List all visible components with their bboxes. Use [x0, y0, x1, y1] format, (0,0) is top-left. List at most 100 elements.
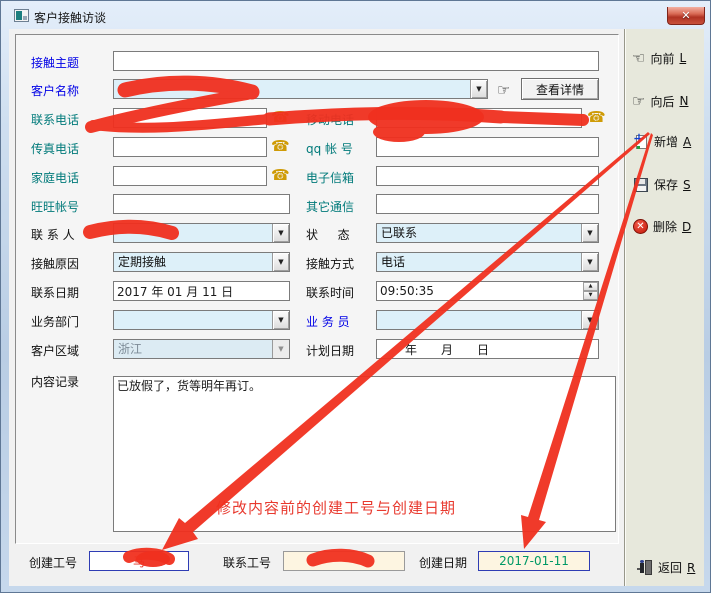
save-hotkey: S	[683, 178, 691, 192]
toolbar-sidebar	[624, 29, 704, 586]
delete-button[interactable]: ✕ 删除 D	[633, 218, 691, 235]
fax-phone-input[interactable]	[113, 137, 267, 157]
customer-region-combobox: 浙江 ▼	[113, 339, 290, 359]
wangwang-account-input[interactable]	[113, 194, 290, 214]
forward-hotkey: L	[679, 51, 686, 65]
label-qq-account: qq 帐 号	[306, 140, 353, 157]
contact-subject-input[interactable]	[113, 51, 599, 71]
phone-icon: ☎	[271, 136, 290, 156]
window-icon	[14, 9, 29, 22]
contact-id-field	[283, 551, 405, 571]
backward-button[interactable]: ☞ 向后 N	[632, 92, 688, 110]
contact-method-combobox[interactable]: 电话 ▼	[376, 252, 599, 272]
other-comm-input[interactable]	[376, 194, 599, 214]
label-customer-region: 客户区域	[31, 342, 79, 359]
label-salesperson: 业 务 员	[306, 313, 350, 330]
label-contact-reason: 接触原因	[31, 255, 79, 272]
hand-pointer-icon[interactable]: ☞	[497, 80, 510, 100]
spinner-up-icon[interactable]: ▲	[583, 282, 598, 291]
label-home-phone: 家庭电话	[31, 169, 79, 186]
close-button[interactable]: ✕	[667, 7, 705, 25]
label-contact-id: 联系工号	[223, 554, 271, 571]
forward-button[interactable]: ☜ 向前 L	[632, 49, 686, 67]
forward-label: 向前	[650, 50, 674, 67]
label-status: 状 态	[306, 226, 350, 243]
chevron-down-icon: ▼	[582, 224, 598, 242]
chevron-down-icon: ▼	[471, 80, 487, 98]
label-content-record: 内容记录	[31, 373, 79, 390]
delete-label: 删除	[653, 218, 677, 235]
add-hotkey: A	[683, 135, 691, 149]
add-new-icon: ＋	[633, 134, 649, 150]
add-button[interactable]: ＋ 新增 A	[633, 133, 691, 150]
dropdown-button[interactable]: ▼	[581, 224, 598, 242]
phone-icon: ☎	[271, 165, 290, 185]
business-dept-combobox[interactable]: ▼	[113, 310, 290, 330]
view-details-button[interactable]: 查看详情	[521, 78, 599, 100]
close-icon: ✕	[681, 9, 690, 22]
home-phone-input[interactable]	[113, 166, 267, 186]
save-floppy-icon	[633, 177, 649, 193]
chevron-down-icon: ▼	[273, 340, 289, 358]
annotation-note-text: 修改内容前的创建工号与创建日期	[216, 497, 456, 518]
label-wangwang-account: 旺旺帐号	[31, 198, 79, 215]
hand-left-icon: ☜	[632, 49, 645, 67]
create-date-field	[478, 551, 590, 571]
backward-hotkey: N	[679, 94, 688, 108]
contact-date-input[interactable]	[113, 281, 290, 301]
label-creator-id: 创建工号	[29, 554, 77, 571]
chevron-down-icon: ▼	[273, 224, 289, 242]
contact-person-combobox[interactable]: ▼	[113, 223, 290, 243]
status-combobox[interactable]: 已联系 ▼	[376, 223, 599, 243]
hand-right-icon: ☞	[632, 92, 645, 110]
customer-name-combobox[interactable]: ▼	[113, 79, 488, 99]
return-button[interactable]: 返回 R	[637, 559, 695, 576]
creator-id-field	[89, 551, 189, 571]
salesperson-combobox[interactable]: ▼	[376, 310, 599, 330]
spinner-down-icon[interactable]: ▼	[583, 291, 598, 300]
label-fax-phone: 传真电话	[31, 140, 79, 157]
contact-reason-combobox[interactable]: 定期接触 ▼	[113, 252, 290, 272]
contact-reason-value: 定期接触	[114, 253, 289, 271]
dropdown-button[interactable]: ▼	[272, 224, 289, 242]
label-create-date: 创建日期	[419, 554, 467, 571]
label-business-dept: 业务部门	[31, 313, 79, 330]
add-label: 新增	[654, 133, 678, 150]
mobile-phone-input[interactable]	[376, 108, 582, 128]
planned-date-input[interactable]	[376, 339, 599, 359]
contact-time-field[interactable]: ▲ ▼	[376, 281, 599, 301]
dropdown-button[interactable]: ▼	[581, 253, 598, 271]
dropdown-button[interactable]: ▼	[581, 311, 598, 329]
dropdown-button[interactable]: ▼	[272, 253, 289, 271]
save-label: 保存	[654, 176, 678, 193]
return-hotkey: R	[687, 561, 695, 575]
label-email: 电子信箱	[306, 169, 354, 186]
label-contact-time: 联系时间	[306, 284, 354, 301]
dropdown-button[interactable]: ▼	[470, 80, 487, 98]
label-mobile-phone: 移动电话	[306, 111, 354, 128]
return-label: 返回	[658, 559, 682, 576]
time-spinner[interactable]: ▲ ▼	[583, 282, 598, 300]
label-contact-person: 联 系 人	[31, 226, 75, 243]
customer-contact-dialog: 客户接触访谈 ✕ 接触主题 客户名称 ▼ ☞ 查看详情 联系电话 ☎ 移动电话 …	[0, 0, 711, 593]
exit-door-icon	[637, 560, 653, 576]
label-customer-name: 客户名称	[31, 82, 79, 99]
dropdown-button: ▼	[272, 340, 289, 358]
label-contact-phone: 联系电话	[31, 111, 79, 128]
customer-region-value: 浙江	[114, 340, 289, 358]
phone-icon: ☎	[271, 107, 290, 127]
email-input[interactable]	[376, 166, 599, 186]
save-button[interactable]: 保存 S	[633, 176, 691, 193]
chevron-down-icon: ▼	[582, 253, 598, 271]
label-contact-date: 联系日期	[31, 284, 79, 301]
delete-hotkey: D	[682, 220, 691, 234]
qq-account-input[interactable]	[376, 137, 599, 157]
window-title: 客户接触访谈	[34, 9, 106, 26]
contact-time-input[interactable]	[376, 281, 599, 301]
chevron-down-icon: ▼	[273, 311, 289, 329]
contact-phone-input[interactable]	[113, 108, 267, 128]
dropdown-button[interactable]: ▼	[272, 311, 289, 329]
delete-icon: ✕	[633, 219, 648, 234]
label-other-comm: 其它通信	[306, 198, 354, 215]
label-contact-subject: 接触主题	[31, 54, 79, 71]
